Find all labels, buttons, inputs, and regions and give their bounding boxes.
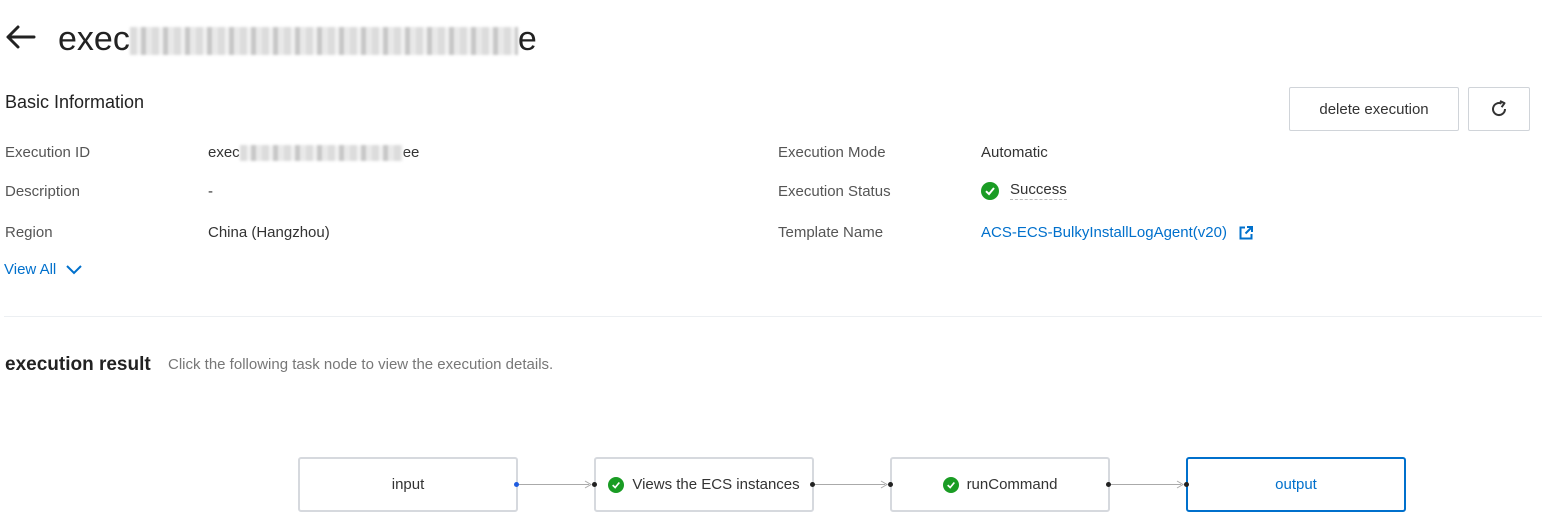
port-dot <box>592 482 597 487</box>
execution-id-prefix: exec <box>208 144 240 161</box>
section-divider <box>4 316 1542 317</box>
flow-node-views-ecs-instances[interactable]: Views the ECS instances <box>594 457 814 512</box>
arrow-left-icon <box>6 25 36 49</box>
view-all-link[interactable]: View All <box>4 261 82 278</box>
execution-mode-value: Automatic <box>981 144 1048 161</box>
connector-runcommand-to-output <box>1110 480 1184 489</box>
execution-mode-label: Execution Mode <box>778 144 886 161</box>
port-dot <box>888 482 893 487</box>
port-dot <box>810 482 815 487</box>
flow-node-input[interactable]: input <box>298 457 518 512</box>
external-link-icon <box>1239 225 1253 239</box>
back-button[interactable] <box>4 22 38 52</box>
delete-execution-button[interactable]: delete execution <box>1289 87 1459 131</box>
redacted-id <box>129 27 518 56</box>
description-label: Description <box>5 183 81 200</box>
execution-id-suffix: ee <box>402 144 420 161</box>
execution-result-heading: execution result <box>5 354 151 375</box>
template-name-label: Template Name <box>778 224 884 241</box>
node-label: runCommand <box>966 476 1058 493</box>
basic-information-heading: Basic Information <box>5 92 145 112</box>
execution-status-label: Execution Status <box>778 183 891 200</box>
description-value: - <box>208 183 213 200</box>
connector-input-to-views <box>518 480 592 489</box>
chevron-down-icon <box>66 264 82 274</box>
port-dot <box>514 482 519 487</box>
connector-views-to-runcommand <box>814 480 888 489</box>
node-label: output <box>1275 476 1317 493</box>
template-name-link[interactable]: ACS-ECS-BulkyInstallLogAgent(v20) <box>981 224 1253 241</box>
refresh-icon <box>1492 100 1507 117</box>
node-label: Views the ECS instances <box>632 476 800 493</box>
execution-id-value: exec ee <box>208 144 420 162</box>
execution-status-text: Success <box>1010 181 1067 200</box>
flow-node-runcommand[interactable]: runCommand <box>890 457 1110 512</box>
title-suffix: e <box>517 20 537 58</box>
success-check-icon <box>608 476 625 493</box>
port-dot <box>1106 482 1111 487</box>
region-value: China (Hangzhou) <box>208 224 330 241</box>
node-label: input <box>391 476 425 493</box>
template-name-value: ACS-ECS-BulkyInstallLogAgent(v20) <box>981 224 1227 241</box>
title-prefix: exec <box>58 20 130 58</box>
flow-node-output[interactable]: output <box>1186 457 1406 512</box>
success-check-icon <box>942 476 959 493</box>
execution-status-value: Success <box>981 181 1067 200</box>
execution-result-hint: Click the following task node to view th… <box>168 356 554 373</box>
port-dot <box>1184 482 1189 487</box>
view-all-label: View All <box>4 261 57 278</box>
refresh-button[interactable] <box>1468 87 1530 131</box>
execution-id-label: Execution ID <box>5 144 91 161</box>
page-title: exec e <box>58 20 537 59</box>
success-check-icon <box>981 181 999 200</box>
redacted-execution-id <box>239 145 403 162</box>
region-label: Region <box>5 224 53 241</box>
